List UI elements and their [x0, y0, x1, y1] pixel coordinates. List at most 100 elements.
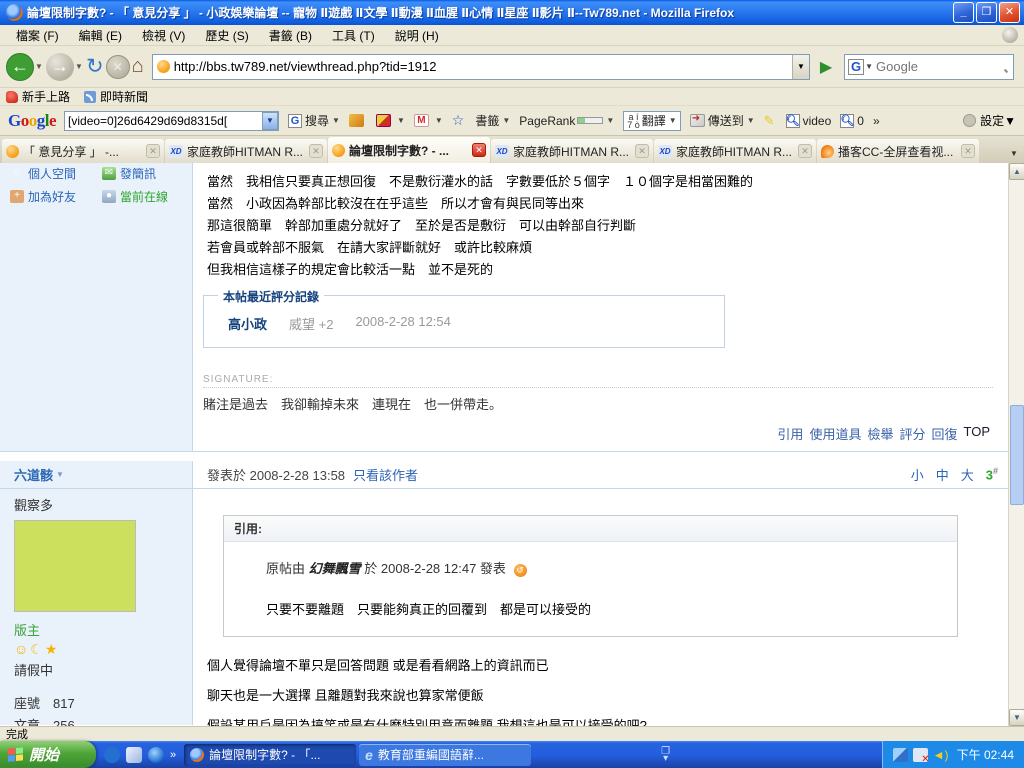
reload-button[interactable]: ↻: [86, 51, 104, 83]
menu-view[interactable]: 檢視 (V): [132, 25, 195, 46]
language-bar-icon[interactable]: ❐▾: [661, 748, 670, 762]
forward-button[interactable]: →▼: [46, 51, 84, 83]
menu-history[interactable]: 歷史 (S): [195, 25, 258, 46]
network-error-tray-icon[interactable]: [913, 748, 928, 762]
navigation-toolbar: ←▼ →▼ ↻ ✕ ⌂ ▼ ▶ G ▼: [0, 46, 1024, 88]
bookmark-latest-news[interactable]: 即時新聞: [84, 88, 148, 105]
use-item-link[interactable]: 使用道具: [809, 424, 861, 443]
status-bar: 完成: [0, 726, 1024, 741]
tab-hitman-1[interactable]: XD 家庭教師HITMAN R... ✕: [165, 139, 327, 163]
menu-help[interactable]: 說明 (H): [385, 25, 449, 46]
quick-launch-globe-icon[interactable]: [104, 747, 120, 763]
tab-thread-active[interactable]: 論壇限制字數? - ... ✕: [328, 137, 490, 163]
top-link[interactable]: TOP: [964, 424, 991, 443]
tab-list-dropdown[interactable]: ▼: [1006, 143, 1022, 163]
star-bookmark-button[interactable]: ☆: [452, 112, 467, 129]
gtb-overflow-button[interactable]: »: [873, 114, 880, 128]
goto-quoted-post-icon[interactable]: ↺: [514, 564, 527, 577]
tab-close-icon[interactable]: ✕: [798, 144, 812, 158]
tab-opinion-share[interactable]: 「 意見分享 」 -... ✕: [2, 139, 164, 163]
username-link[interactable]: 六道骸: [14, 465, 53, 484]
size-medium-link[interactable]: 中: [936, 465, 949, 484]
tab-hitman-2[interactable]: XD 家庭教師HITMAN R... ✕: [491, 139, 653, 163]
rate-link[interactable]: 評分: [899, 424, 925, 443]
start-button[interactable]: 開始: [0, 741, 96, 768]
home-button[interactable]: ⌂: [132, 51, 144, 83]
gtb-bookmarks-button[interactable]: 書籤▼: [475, 112, 510, 129]
toolbar-cube-button[interactable]: ▼: [376, 114, 405, 127]
restore-button[interactable]: ❐: [976, 2, 997, 23]
stop-button[interactable]: ✕: [106, 51, 130, 83]
forum-page: ⌂個人空間 ✉發簡訊 +加為好友 ●當前在線 當然 我相信只要真正想回復 不是敷…: [0, 163, 1008, 726]
floor-number[interactable]: 3#: [986, 466, 998, 482]
size-small-link[interactable]: 小: [911, 465, 924, 484]
google-search-combo[interactable]: ▼: [64, 111, 279, 131]
send-message-link[interactable]: ✉發簡訊: [102, 165, 188, 182]
add-friend-link[interactable]: +加為好友: [10, 188, 102, 205]
size-large-link[interactable]: 大: [961, 465, 974, 484]
google-query-input[interactable]: [65, 114, 262, 128]
quick-launch-more[interactable]: »: [170, 749, 176, 761]
search-icon[interactable]: [997, 61, 1008, 72]
tab-favicon: XD: [169, 145, 183, 158]
post-divider: [0, 451, 1008, 461]
google-engine-icon[interactable]: G: [848, 59, 864, 75]
quick-launch-app-icon[interactable]: [126, 747, 142, 763]
gtb-settings-button[interactable]: 設定▼: [963, 112, 1016, 129]
back-button[interactable]: ←▼: [6, 51, 44, 83]
word-find-zero[interactable]: 🔍︎0: [840, 114, 864, 128]
search-engine-dropdown[interactable]: ▼: [865, 62, 873, 71]
menu-bookmarks[interactable]: 書籤 (B): [259, 25, 322, 46]
profile-space-link[interactable]: ⌂個人空間: [10, 165, 102, 182]
forward-dropdown[interactable]: ▼: [75, 62, 84, 71]
url-history-dropdown[interactable]: ▼: [792, 55, 809, 79]
sendto-button[interactable]: 傳送到▼: [690, 112, 755, 129]
toolbar-card-button[interactable]: [349, 114, 367, 127]
translate-button[interactable]: a í7 ò翻譯▼: [623, 111, 680, 131]
bookmark-getting-started[interactable]: 新手上路: [6, 88, 70, 105]
gmail-button[interactable]: M▼: [414, 114, 443, 127]
vertical-scrollbar[interactable]: ▲ ▼: [1008, 163, 1024, 726]
report-link[interactable]: 檢舉: [867, 424, 893, 443]
scrollbar-thumb[interactable]: [1010, 405, 1024, 505]
network-tray-icon[interactable]: [893, 748, 908, 762]
tab-close-icon[interactable]: ✕: [309, 144, 323, 158]
address-bar[interactable]: ▼: [152, 54, 810, 80]
rating-user-link[interactable]: 高小政: [228, 314, 267, 333]
post-line: 當然 小政因為幹部比較沒在在乎這些 所以才會有與民同等出來: [207, 193, 1008, 215]
quick-launch-ie-icon[interactable]: [148, 747, 164, 763]
google-search-button[interactable]: G 搜尋▼: [288, 112, 340, 129]
only-author-link[interactable]: 只看該作者: [353, 465, 418, 484]
pagerank-indicator[interactable]: PageRank▼: [519, 114, 614, 128]
menu-edit[interactable]: 編輯 (E): [69, 25, 132, 46]
menu-tools[interactable]: 工具 (T): [322, 25, 385, 46]
back-dropdown[interactable]: ▼: [35, 62, 44, 71]
tab-boke-cc[interactable]: 播客CC-全屏查看视... ✕: [817, 139, 979, 163]
search-input[interactable]: [876, 59, 997, 74]
stat-seat: 座號 817: [14, 693, 192, 715]
tab-hitman-3[interactable]: XD 家庭教師HITMAN R... ✕: [654, 139, 816, 163]
minimize-button[interactable]: _: [953, 2, 974, 23]
close-button[interactable]: ✕: [999, 2, 1020, 23]
menu-file[interactable]: 檔案 (F): [6, 25, 69, 46]
search-bar[interactable]: G ▼: [844, 54, 1014, 80]
start-label: 開始: [29, 744, 59, 765]
google-query-dropdown[interactable]: ▼: [262, 112, 278, 130]
tab-close-icon[interactable]: ✕: [146, 144, 160, 158]
signature-block: SIGNATURE: 賭注是過去 我卻輸掉未來 連現在 也一併帶走。: [203, 374, 1008, 413]
tab-close-icon[interactable]: ✕: [961, 144, 975, 158]
task-ie-dictionary[interactable]: e 教育部重編國語辭...: [359, 744, 531, 766]
scroll-up-button[interactable]: ▲: [1009, 163, 1024, 180]
quote-link[interactable]: 引用: [777, 424, 803, 443]
go-button[interactable]: ▶: [814, 55, 838, 79]
tab-close-icon[interactable]: ✕: [472, 143, 486, 157]
reply-link[interactable]: 回復: [931, 424, 957, 443]
tab-close-icon[interactable]: ✕: [635, 144, 649, 158]
username-dropdown-icon[interactable]: ▼: [56, 470, 64, 479]
word-find-video[interactable]: 🔍︎video: [786, 114, 832, 128]
task-firefox[interactable]: 論壇限制字數? - 「...: [184, 744, 356, 766]
scroll-down-button[interactable]: ▼: [1009, 709, 1024, 726]
volume-tray-icon[interactable]: ◄): [933, 748, 948, 762]
highlight-button[interactable]: ✎: [764, 113, 777, 129]
url-input[interactable]: [170, 59, 792, 74]
